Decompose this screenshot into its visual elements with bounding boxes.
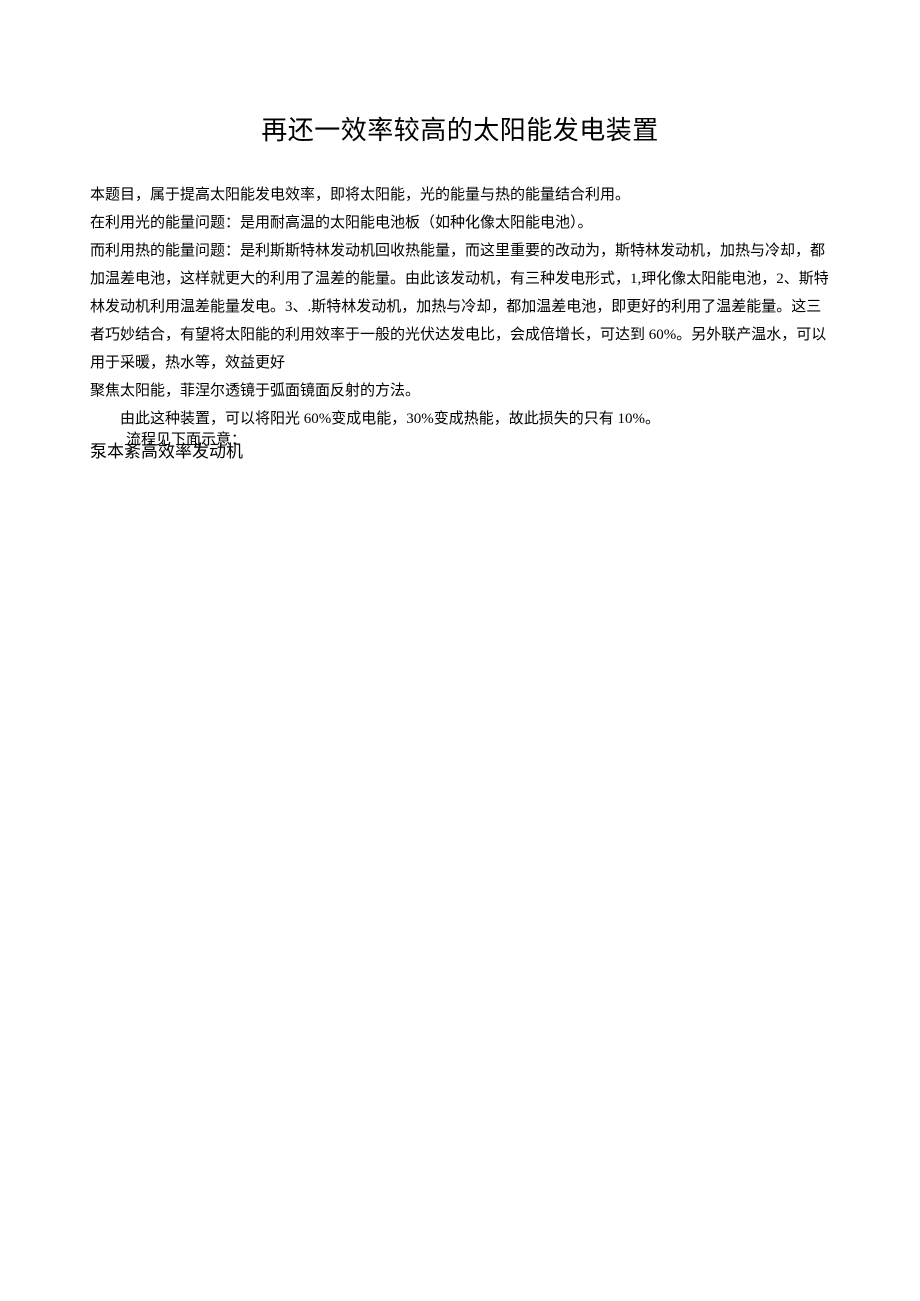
paragraph-3: 而利用热的能量问题：是利斯斯特林发动机回收热能量，而这里重要的改动为，斯特林发动…	[90, 237, 830, 377]
paragraph-4: 聚焦太阳能，菲涅尔透镜于弧面镜面反射的方法。	[90, 377, 830, 405]
page-title: 再还一效率较高的太阳能发电装置	[90, 110, 830, 147]
paragraph-1: 本题目，属于提高太阳能发电效率，即将太阳能，光的能量与热的能量结合利用。	[90, 181, 830, 209]
document-page: 再还一效率较高的太阳能发电装置 本题目，属于提高太阳能发电效率，即将太阳能，光的…	[0, 0, 920, 459]
overlapping-text-block: 流程见下面示意： 泵本紊高效率发动机	[90, 433, 830, 459]
paragraph-5: 由此这种装置，可以将阳光 60%变成电能，30%变成热能，故此损失的只有 10%…	[90, 405, 830, 433]
overlap-text-bottom: 泵本紊高效率发动机	[90, 439, 830, 465]
paragraph-2: 在利用光的能量问题：是用耐高温的太阳能电池板（如种化像太阳能电池）。	[90, 209, 830, 237]
